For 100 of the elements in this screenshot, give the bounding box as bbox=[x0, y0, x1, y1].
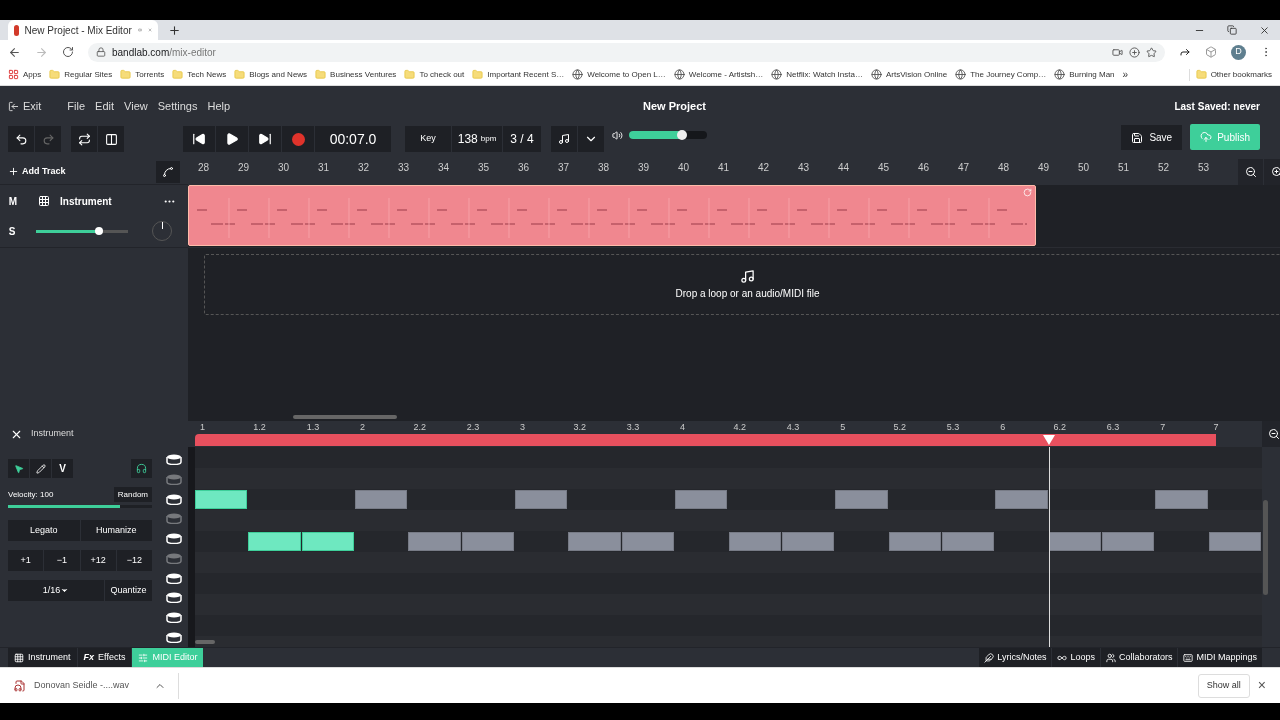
split-button[interactable] bbox=[98, 126, 124, 152]
transpose-button[interactable]: +1 bbox=[8, 550, 44, 571]
record-button[interactable] bbox=[282, 126, 314, 152]
redo-icon bbox=[41, 132, 55, 146]
scrollbar-thumb[interactable] bbox=[1263, 499, 1268, 595]
bookmark[interactable]: Tech News bbox=[172, 68, 227, 81]
pencil-tool[interactable] bbox=[30, 459, 51, 478]
save-button[interactable]: Save bbox=[1121, 125, 1183, 150]
master-volume-slider[interactable] bbox=[629, 131, 707, 139]
undo-button[interactable] bbox=[8, 126, 34, 152]
panel-button[interactable]: Loops bbox=[1052, 648, 1100, 667]
more-bookmarks[interactable]: » bbox=[1122, 67, 1129, 82]
skip-back-button[interactable] bbox=[183, 126, 215, 152]
menu-item[interactable]: File bbox=[67, 97, 86, 115]
bar-number: 48 bbox=[998, 161, 1011, 175]
zoom-out-button[interactable] bbox=[1261, 421, 1280, 447]
midi-note[interactable] bbox=[941, 532, 995, 551]
browser-tab[interactable]: New Project - Mix Editor bbox=[8, 20, 158, 40]
bookmark[interactable]: Welcome to Open L… bbox=[572, 68, 666, 81]
menu-item[interactable]: Help bbox=[207, 97, 231, 115]
slider-thumb[interactable] bbox=[94, 226, 103, 235]
zoom-in-icon bbox=[1270, 166, 1280, 178]
panel-button[interactable]: MIDI Mappings bbox=[1178, 648, 1262, 667]
zoom-out-button[interactable] bbox=[1238, 159, 1263, 185]
bookmark[interactable]: The Journey Comp… bbox=[955, 68, 1047, 81]
panel-tab[interactable]: Instrument bbox=[8, 648, 77, 667]
bookmark[interactable]: ArtsVision Online bbox=[870, 68, 948, 81]
bookmark[interactable]: Burning Man bbox=[1054, 68, 1115, 81]
midi-note[interactable] bbox=[781, 532, 835, 551]
bookmark[interactable]: Apps bbox=[8, 68, 42, 81]
bookmark[interactable]: Other bookmarks bbox=[1188, 68, 1272, 81]
close-button[interactable]: × bbox=[1257, 675, 1266, 696]
legato-button[interactable]: Legato bbox=[8, 520, 80, 541]
midi-note[interactable] bbox=[1101, 532, 1155, 551]
key-field[interactable]: Key bbox=[405, 126, 451, 152]
midi-note[interactable] bbox=[301, 532, 355, 551]
bar-number: 40 bbox=[678, 161, 691, 175]
scrollbar-thumb[interactable] bbox=[195, 640, 215, 644]
bar-number: 36 bbox=[518, 161, 531, 175]
tempo-field[interactable]: 138 bpm bbox=[452, 126, 502, 152]
automation-button[interactable] bbox=[156, 160, 180, 183]
loop-icon bbox=[1023, 188, 1032, 197]
profile-avatar[interactable]: D bbox=[1231, 44, 1246, 60]
download-item[interactable]: Donovan Seidle -....wav bbox=[14, 672, 179, 699]
folder-icon bbox=[49, 69, 61, 80]
exit-button[interactable]: Exit bbox=[8, 97, 42, 115]
note-grid[interactable] bbox=[195, 447, 1262, 647]
midi-note[interactable] bbox=[621, 532, 675, 551]
metronome-button[interactable] bbox=[551, 126, 577, 152]
random-button[interactable]: Random bbox=[113, 487, 152, 502]
time-signature-field[interactable]: 3 / 4 bbox=[503, 126, 541, 152]
velocity-tool[interactable]: V bbox=[52, 459, 73, 478]
close-icon bbox=[1259, 24, 1270, 36]
quantize-button[interactable]: Quantize bbox=[105, 580, 152, 601]
site-icon bbox=[572, 69, 584, 80]
play-button[interactable] bbox=[216, 126, 248, 152]
address-bar[interactable]: bandlab.com/mix-editor bbox=[88, 42, 1165, 62]
folder-icon bbox=[404, 69, 416, 80]
transpose-button[interactable]: −12 bbox=[116, 550, 152, 571]
loop-button[interactable] bbox=[71, 126, 97, 152]
bookmark[interactable]: Regular Sites bbox=[49, 68, 113, 81]
bookmark[interactable]: To check out bbox=[404, 68, 465, 81]
bookmark[interactable]: Welcome - Artistsh… bbox=[673, 68, 764, 81]
camera-icon bbox=[1112, 46, 1123, 58]
show-all-button[interactable]: Show all bbox=[1197, 673, 1250, 698]
bar-number: 29 bbox=[238, 161, 251, 175]
panel-button[interactable]: Collaborators bbox=[1100, 648, 1178, 667]
time-display: 00:07.0 bbox=[315, 126, 391, 152]
scrollbar-thumb[interactable] bbox=[293, 415, 397, 419]
panel-tab[interactable]: Fx Effects bbox=[77, 648, 132, 667]
menu-item[interactable]: Settings bbox=[157, 97, 198, 115]
transpose-button[interactable]: +12 bbox=[80, 550, 116, 571]
beat-label: 4 bbox=[679, 421, 687, 434]
folder-icon bbox=[315, 69, 327, 80]
bookmark[interactable]: Business Ventures bbox=[315, 68, 397, 81]
bookmark[interactable]: Netflix: Watch Insta… bbox=[771, 68, 863, 81]
midi-note[interactable] bbox=[461, 532, 515, 551]
drop-zone[interactable]: Drop a loop or an audio/MIDI file bbox=[204, 254, 1280, 315]
bookmark[interactable]: Important Recent S… bbox=[472, 68, 565, 81]
dropdown-button[interactable] bbox=[578, 126, 604, 152]
bar-number: 43 bbox=[798, 161, 811, 175]
add-music-icon bbox=[740, 268, 755, 284]
add-track-button[interactable]: Add Track bbox=[8, 164, 66, 179]
humanize-button[interactable]: Humanize bbox=[80, 520, 152, 541]
menu-item[interactable]: Edit bbox=[95, 97, 115, 115]
track-volume-slider[interactable] bbox=[36, 229, 128, 233]
mute-button[interactable]: M bbox=[8, 193, 18, 209]
bookmark[interactable]: Blogs and News bbox=[234, 68, 308, 81]
slider-thumb[interactable] bbox=[677, 130, 688, 140]
grid-select[interactable]: 1/16 bbox=[8, 580, 104, 601]
panel-button[interactable]: Lyrics/Notes bbox=[979, 648, 1052, 667]
transpose-button[interactable]: −1 bbox=[44, 550, 80, 571]
velocity-slider[interactable] bbox=[8, 505, 152, 508]
select-tool[interactable] bbox=[8, 459, 29, 478]
solo-button[interactable]: S bbox=[8, 223, 16, 239]
monitor-button[interactable] bbox=[131, 459, 152, 478]
bookmark[interactable]: Torrents bbox=[120, 68, 165, 81]
skip-forward-button[interactable] bbox=[249, 126, 281, 152]
menu-item[interactable]: View bbox=[124, 97, 148, 115]
midi-clip[interactable] bbox=[188, 185, 1036, 246]
